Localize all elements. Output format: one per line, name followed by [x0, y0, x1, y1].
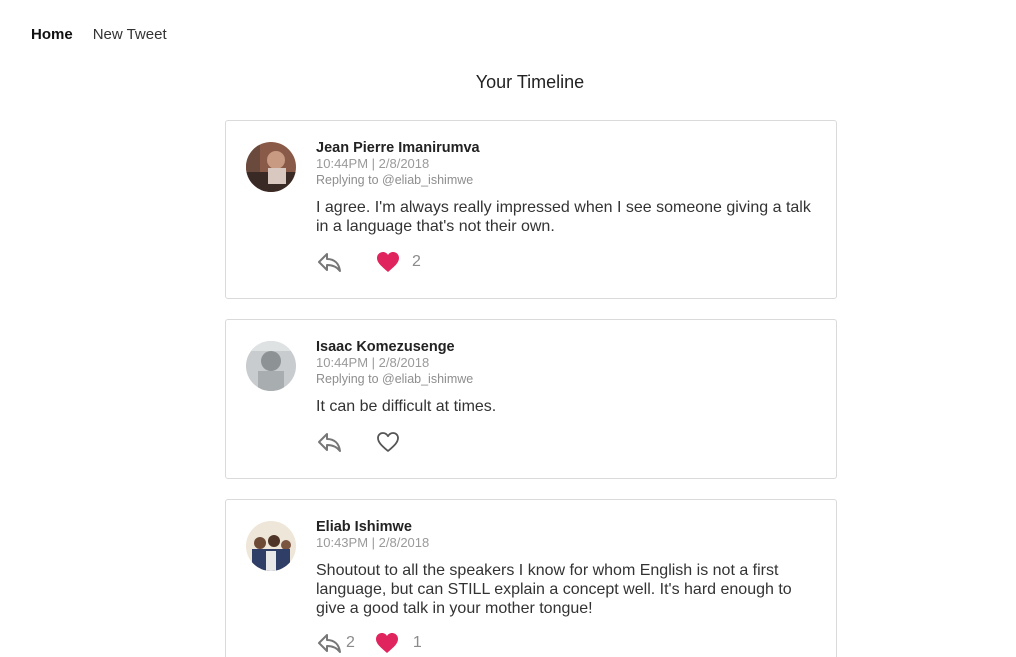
reply-arrow-icon [316, 431, 342, 453]
tweet-actions: 2 1 [316, 631, 422, 655]
tweet-text: It can be difficult at times. [316, 398, 497, 415]
tweet-body: Eliab Ishimwe 10:43PM | 2/8/2018 Shoutou… [316, 519, 818, 618]
tweet-body: Jean Pierre Imanirumva 10:44PM | 2/8/201… [316, 140, 818, 236]
reply-button[interactable]: 2 [316, 632, 355, 654]
tweet-author: Eliab Ishimwe [316, 519, 412, 535]
heart-outline-icon [376, 431, 400, 453]
reply-arrow-icon [316, 632, 342, 654]
like-count: 2 [412, 253, 421, 270]
reply-button[interactable] [316, 431, 350, 453]
tweet-replying-to: Replying to @eliab_ishimwe [316, 372, 474, 386]
heart-icon [376, 251, 400, 273]
like-count: 1 [412, 634, 422, 651]
avatar[interactable] [246, 142, 296, 192]
avatar[interactable] [246, 521, 296, 571]
tweet-text: Shoutout to all the speakers I know for … [316, 562, 792, 617]
tweet-timestamp: 10:43PM | 2/8/2018 [316, 535, 430, 550]
tweet-timestamp: 10:44PM | 2/8/2018 [316, 156, 430, 171]
reply-button[interactable] [316, 251, 350, 273]
reply-arrow-icon [316, 251, 342, 273]
tweet-timestamp: 10:44PM | 2/8/2018 [316, 355, 430, 370]
tweet-author: Jean Pierre Imanirumva [316, 140, 480, 156]
heart-icon [375, 632, 399, 654]
tweet-actions [316, 430, 412, 454]
avatar[interactable] [246, 341, 296, 391]
tweet-author: Isaac Komezusenge [316, 339, 455, 355]
reply-count: 2 [346, 634, 355, 651]
tweet-card: Jean Pierre Imanirumva 10:44PM | 2/8/201… [225, 120, 837, 299]
tweet-card: Eliab Ishimwe 10:43PM | 2/8/2018 Shoutou… [225, 499, 837, 657]
like-button[interactable]: 2 [376, 251, 421, 273]
like-button[interactable] [376, 431, 412, 453]
like-button[interactable]: 1 [375, 632, 422, 654]
nav-new-tweet-link[interactable]: New Tweet [93, 26, 167, 43]
nav-home-link[interactable]: Home [31, 26, 73, 43]
tweet-text: I agree. I'm always really impressed whe… [316, 199, 811, 235]
tweet-actions: 2 [316, 250, 421, 274]
top-nav: Home New Tweet [31, 26, 167, 43]
tweet-body: Isaac Komezusenge 10:44PM | 2/8/2018 Rep… [316, 339, 818, 416]
tweet-replying-to: Replying to @eliab_ishimwe [316, 173, 474, 187]
page-title: Your Timeline [475, 72, 585, 92]
tweet-card: Isaac Komezusenge 10:44PM | 2/8/2018 Rep… [225, 319, 837, 479]
